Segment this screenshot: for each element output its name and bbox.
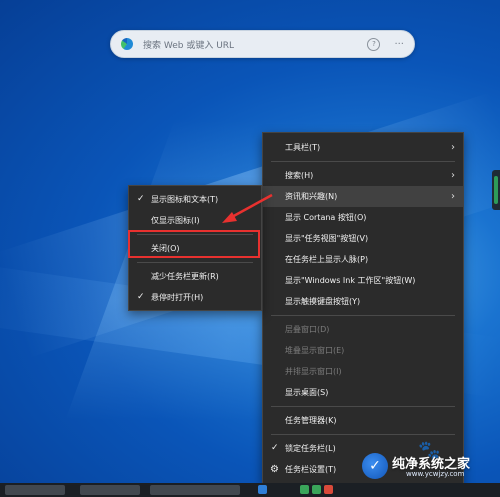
menu-item-label: 显示"任务视图"按钮(V) bbox=[285, 234, 369, 243]
menu-item-label: 锁定任务栏(L) bbox=[285, 444, 336, 453]
edge-browser-icon bbox=[121, 38, 133, 50]
chevron-right-icon: › bbox=[451, 142, 455, 153]
submenu-item-reduce-updates[interactable]: 减少任务栏更新(R) bbox=[129, 266, 261, 287]
menu-item-show-desktop[interactable]: 显示桌面(S) bbox=[263, 382, 463, 403]
search-input[interactable]: 搜索 Web 或键入 URL bbox=[143, 38, 353, 51]
menu-separator bbox=[271, 161, 455, 162]
taskbar-blurred-area bbox=[5, 485, 65, 495]
submenu-item-open-on-hover[interactable]: ✓ 悬停时打开(H) bbox=[129, 287, 261, 308]
menu-item-side-by-side-windows: 并排显示窗口(I) bbox=[263, 361, 463, 382]
side-widget-tab[interactable] bbox=[492, 170, 500, 210]
menu-item-label: 任务栏设置(T) bbox=[285, 465, 337, 474]
menu-item-show-cortana[interactable]: 显示 Cortana 按钮(O) bbox=[263, 207, 463, 228]
menu-item-toolbars[interactable]: 工具栏(T) › bbox=[263, 137, 463, 158]
gear-icon: ⚙ bbox=[270, 464, 279, 475]
check-icon: ✓ bbox=[271, 443, 279, 453]
menu-item-label: 显示桌面(S) bbox=[285, 388, 329, 397]
menu-separator bbox=[137, 262, 253, 263]
menu-item-label: 搜索(H) bbox=[285, 171, 314, 180]
watermark: ✓ 纯净系统之家 www.ycwjzy.com bbox=[362, 451, 492, 481]
taskbar-blurred-area bbox=[80, 485, 140, 495]
menu-item-show-people[interactable]: 在任务栏上显示人脉(P) bbox=[263, 249, 463, 270]
annotation-arrow bbox=[222, 193, 273, 223]
menu-item-label: 显示 Cortana 按钮(O) bbox=[285, 213, 367, 222]
check-icon: ✓ bbox=[137, 194, 145, 204]
chevron-right-icon: › bbox=[451, 191, 455, 202]
annotation-highlight-box bbox=[128, 230, 260, 258]
menu-item-label: 在任务栏上显示人脉(P) bbox=[285, 255, 369, 264]
menu-item-show-task-view[interactable]: 显示"任务视图"按钮(V) bbox=[263, 228, 463, 249]
menu-item-task-manager[interactable]: 任务管理器(K) bbox=[263, 410, 463, 431]
help-icon[interactable]: ? bbox=[367, 37, 381, 51]
menu-item-search[interactable]: 搜索(H) › bbox=[263, 165, 463, 186]
menu-item-label: 工具栏(T) bbox=[285, 143, 321, 152]
menu-item-stack-windows: 堆叠显示窗口(E) bbox=[263, 340, 463, 361]
menu-item-label: 显示"Windows Ink 工作区"按钮(W) bbox=[285, 276, 416, 285]
menu-item-label: 减少任务栏更新(R) bbox=[151, 272, 219, 281]
menu-item-label: 仅显示图标(I) bbox=[151, 216, 200, 225]
menu-item-news-and-interests[interactable]: 资讯和兴趣(N) › bbox=[263, 186, 463, 207]
watermark-logo-icon: ✓ bbox=[362, 453, 388, 479]
check-icon: ✓ bbox=[137, 292, 145, 302]
tray-app-icon[interactable] bbox=[300, 485, 309, 494]
menu-item-label: 并排显示窗口(I) bbox=[285, 367, 342, 376]
menu-item-cascade-windows: 层叠窗口(D) bbox=[263, 319, 463, 340]
menu-separator bbox=[271, 434, 455, 435]
tray-app-icon[interactable] bbox=[324, 485, 333, 494]
chevron-right-icon: › bbox=[451, 170, 455, 181]
menu-item-label: 资讯和兴趣(N) bbox=[285, 192, 338, 201]
web-search-box[interactable]: 搜索 Web 或键入 URL ? ··· bbox=[110, 30, 415, 58]
menu-item-label: 显示触摸键盘按钮(Y) bbox=[285, 297, 361, 306]
menu-item-show-touch-keyboard[interactable]: 显示触摸键盘按钮(Y) bbox=[263, 291, 463, 312]
taskbar-context-menu: 工具栏(T) › 搜索(H) › 资讯和兴趣(N) › 显示 Cortana 按… bbox=[262, 132, 464, 484]
taskbar-blurred-area bbox=[150, 485, 240, 495]
menu-item-label: 任务管理器(K) bbox=[285, 416, 337, 425]
watermark-url: www.ycwjzy.com bbox=[406, 470, 465, 478]
more-options-icon[interactable]: ··· bbox=[394, 39, 404, 50]
news-widget-icon[interactable] bbox=[258, 485, 267, 494]
menu-item-label: 悬停时打开(H) bbox=[151, 293, 204, 302]
menu-separator bbox=[271, 315, 455, 316]
menu-separator bbox=[271, 406, 455, 407]
tray-app-icon[interactable] bbox=[312, 485, 321, 494]
menu-item-label: 堆叠显示窗口(E) bbox=[285, 346, 345, 355]
menu-item-label: 层叠窗口(D) bbox=[285, 325, 330, 334]
menu-item-show-windows-ink[interactable]: 显示"Windows Ink 工作区"按钮(W) bbox=[263, 270, 463, 291]
taskbar[interactable] bbox=[0, 483, 500, 497]
